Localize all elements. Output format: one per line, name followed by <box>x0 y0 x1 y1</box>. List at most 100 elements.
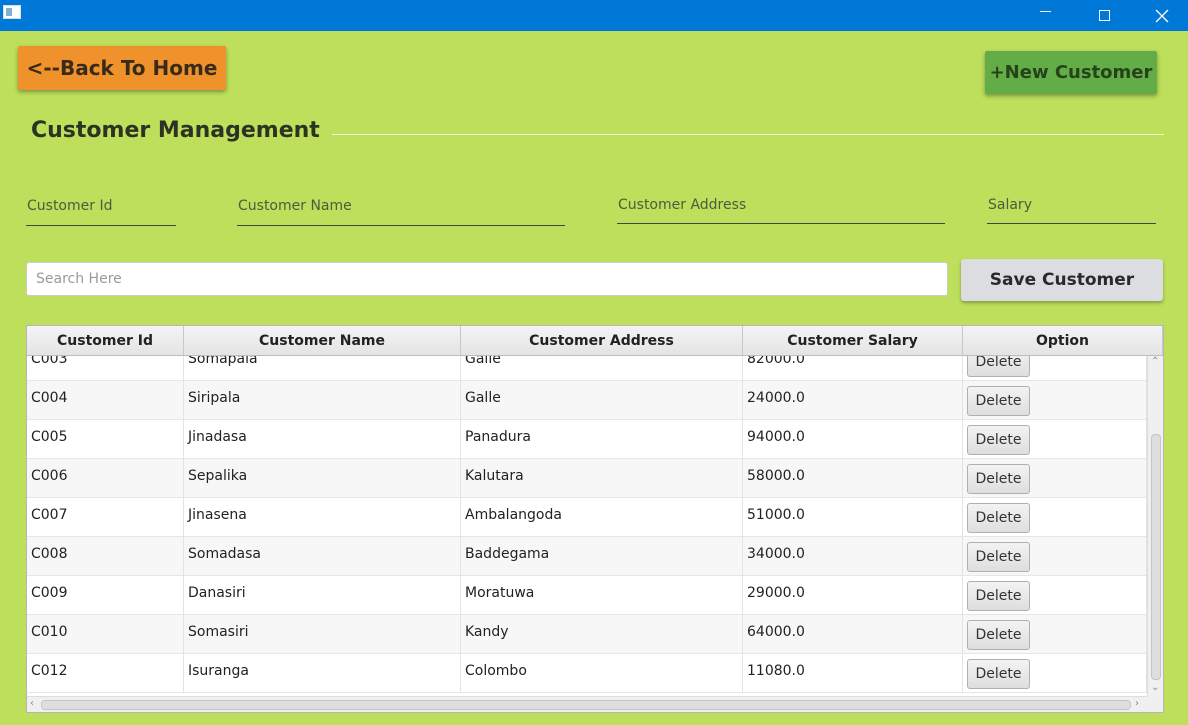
cell-customer-id: C003 <box>27 356 184 381</box>
delete-button[interactable]: Delete <box>967 425 1030 455</box>
delete-button[interactable]: Delete <box>967 581 1030 611</box>
horizontal-scroll-thumb[interactable] <box>41 700 1131 710</box>
cell-customer-salary: 11080.0 <box>743 654 963 693</box>
salary-field[interactable] <box>987 190 1156 224</box>
column-header-address[interactable]: Customer Address <box>461 326 743 356</box>
cell-customer-address: Kandy <box>461 615 743 654</box>
table-rows: C003 Somapala Galle 82000.0 Delete C004 Siripa… <box>27 356 1147 693</box>
cell-customer-name: Sepalika <box>184 459 461 498</box>
cell-customer-id: C004 <box>27 381 184 420</box>
cell-customer-salary: 58000.0 <box>743 459 963 498</box>
cell-customer-salary: 29000.0 <box>743 576 963 615</box>
cell-customer-salary: 51000.0 <box>743 498 963 537</box>
cell-customer-id: C007 <box>27 498 184 537</box>
table-row[interactable]: C009 Danasiri Moratuwa 29000.0 Delete <box>27 576 1147 615</box>
cell-option: Delete <box>963 576 1147 615</box>
table-row[interactable]: C012 Isuranga Colombo 11080.0 Delete <box>27 654 1147 693</box>
customer-address-field[interactable] <box>617 190 945 224</box>
table-row[interactable]: C007 Jinasena Ambalangoda 51000.0 Delete <box>27 498 1147 537</box>
page-title: Customer Management <box>31 118 320 143</box>
scroll-right-icon[interactable]: › <box>1135 698 1139 709</box>
cell-option: Delete <box>963 459 1147 498</box>
table-row[interactable]: C005 Jinadasa Panadura 94000.0 Delete <box>27 420 1147 459</box>
cell-option: Delete <box>963 498 1147 537</box>
table-row[interactable]: C010 Somasiri Kandy 64000.0 Delete <box>27 615 1147 654</box>
cell-customer-address: Kalutara <box>461 459 743 498</box>
cell-customer-address: Colombo <box>461 654 743 693</box>
cell-option: Delete <box>963 356 1147 381</box>
delete-button[interactable]: Delete <box>967 464 1030 494</box>
cell-customer-id: C009 <box>27 576 184 615</box>
scrollbar-corner <box>1147 696 1163 712</box>
delete-button[interactable]: Delete <box>967 620 1030 650</box>
table-row[interactable]: C006 Sepalika Kalutara 58000.0 Delete <box>27 459 1147 498</box>
column-header-option[interactable]: Option <box>963 326 1163 356</box>
scroll-down-icon[interactable]: ⌄ <box>1151 682 1159 693</box>
cell-customer-address: Baddegama <box>461 537 743 576</box>
delete-button[interactable]: Delete <box>967 659 1030 689</box>
table-row[interactable]: C004 Siripala Galle 24000.0 Delete <box>27 381 1147 420</box>
cell-option: Delete <box>963 420 1147 459</box>
delete-button[interactable]: Delete <box>967 503 1030 533</box>
search-input[interactable] <box>27 263 947 295</box>
cell-option: Delete <box>963 381 1147 420</box>
column-header-name[interactable]: Customer Name <box>184 326 461 356</box>
customer-name-input[interactable] <box>237 190 565 225</box>
customer-id-input[interactable] <box>26 190 176 225</box>
cell-customer-name: Danasiri <box>184 576 461 615</box>
cell-option: Delete <box>963 615 1147 654</box>
customer-address-input[interactable] <box>617 190 945 223</box>
maximize-button[interactable] <box>1075 0 1133 31</box>
salary-input[interactable] <box>987 190 1156 223</box>
delete-button[interactable]: Delete <box>967 356 1030 377</box>
cell-customer-name: Somadasa <box>184 537 461 576</box>
cell-customer-address: Moratuwa <box>461 576 743 615</box>
cell-customer-id: C006 <box>27 459 184 498</box>
cell-customer-name: Jinadasa <box>184 420 461 459</box>
cell-customer-address: Ambalangoda <box>461 498 743 537</box>
cell-customer-salary: 82000.0 <box>743 356 963 381</box>
cell-customer-name: Somapala <box>184 356 461 381</box>
scroll-up-icon[interactable]: ⌃ <box>1151 356 1159 367</box>
column-header-id[interactable]: Customer Id <box>27 326 184 356</box>
search-box[interactable] <box>26 262 948 296</box>
cell-customer-id: C008 <box>27 537 184 576</box>
cell-customer-id: C012 <box>27 654 184 693</box>
customer-table: Customer Id Customer Name Customer Addre… <box>26 325 1164 713</box>
cell-option: Delete <box>963 654 1147 693</box>
vertical-scrollbar[interactable]: ⌃ ⌄ <box>1147 356 1163 696</box>
minimize-icon <box>1039 11 1051 12</box>
cell-customer-name: Isuranga <box>184 654 461 693</box>
table-row[interactable]: C003 Somapala Galle 82000.0 Delete <box>27 356 1147 381</box>
customer-id-field[interactable] <box>26 190 176 226</box>
customer-name-field[interactable] <box>237 190 565 226</box>
table-row[interactable]: C008 Somadasa Baddegama 34000.0 Delete <box>27 537 1147 576</box>
maximize-icon <box>1098 10 1110 21</box>
vertical-scroll-thumb[interactable] <box>1151 434 1161 680</box>
cell-customer-address: Galle <box>461 356 743 381</box>
minimize-button[interactable] <box>1016 0 1074 31</box>
cell-customer-name: Jinasena <box>184 498 461 537</box>
horizontal-scrollbar[interactable]: ‹ › <box>27 696 1147 712</box>
app-icon <box>3 5 21 19</box>
save-customer-button[interactable]: Save Customer <box>961 259 1163 301</box>
column-header-salary[interactable]: Customer Salary <box>743 326 963 356</box>
delete-button[interactable]: Delete <box>967 542 1030 572</box>
back-to-home-button[interactable]: <--Back To Home <box>18 46 226 90</box>
cell-customer-id: C010 <box>27 615 184 654</box>
cell-customer-salary: 64000.0 <box>743 615 963 654</box>
table-body[interactable]: C003 Somapala Galle 82000.0 Delete C004 Siripa… <box>27 356 1147 696</box>
scroll-left-icon[interactable]: ‹ <box>30 698 34 709</box>
cell-option: Delete <box>963 537 1147 576</box>
delete-button[interactable]: Delete <box>967 386 1030 416</box>
cell-customer-name: Siripala <box>184 381 461 420</box>
cell-customer-id: C005 <box>27 420 184 459</box>
close-button[interactable] <box>1133 0 1188 31</box>
cell-customer-name: Somasiri <box>184 615 461 654</box>
cell-customer-salary: 24000.0 <box>743 381 963 420</box>
title-divider <box>332 134 1164 135</box>
cell-customer-address: Panadura <box>461 420 743 459</box>
new-customer-button[interactable]: +New Customer <box>985 51 1157 94</box>
cell-customer-salary: 94000.0 <box>743 420 963 459</box>
window-titlebar <box>0 0 1188 31</box>
